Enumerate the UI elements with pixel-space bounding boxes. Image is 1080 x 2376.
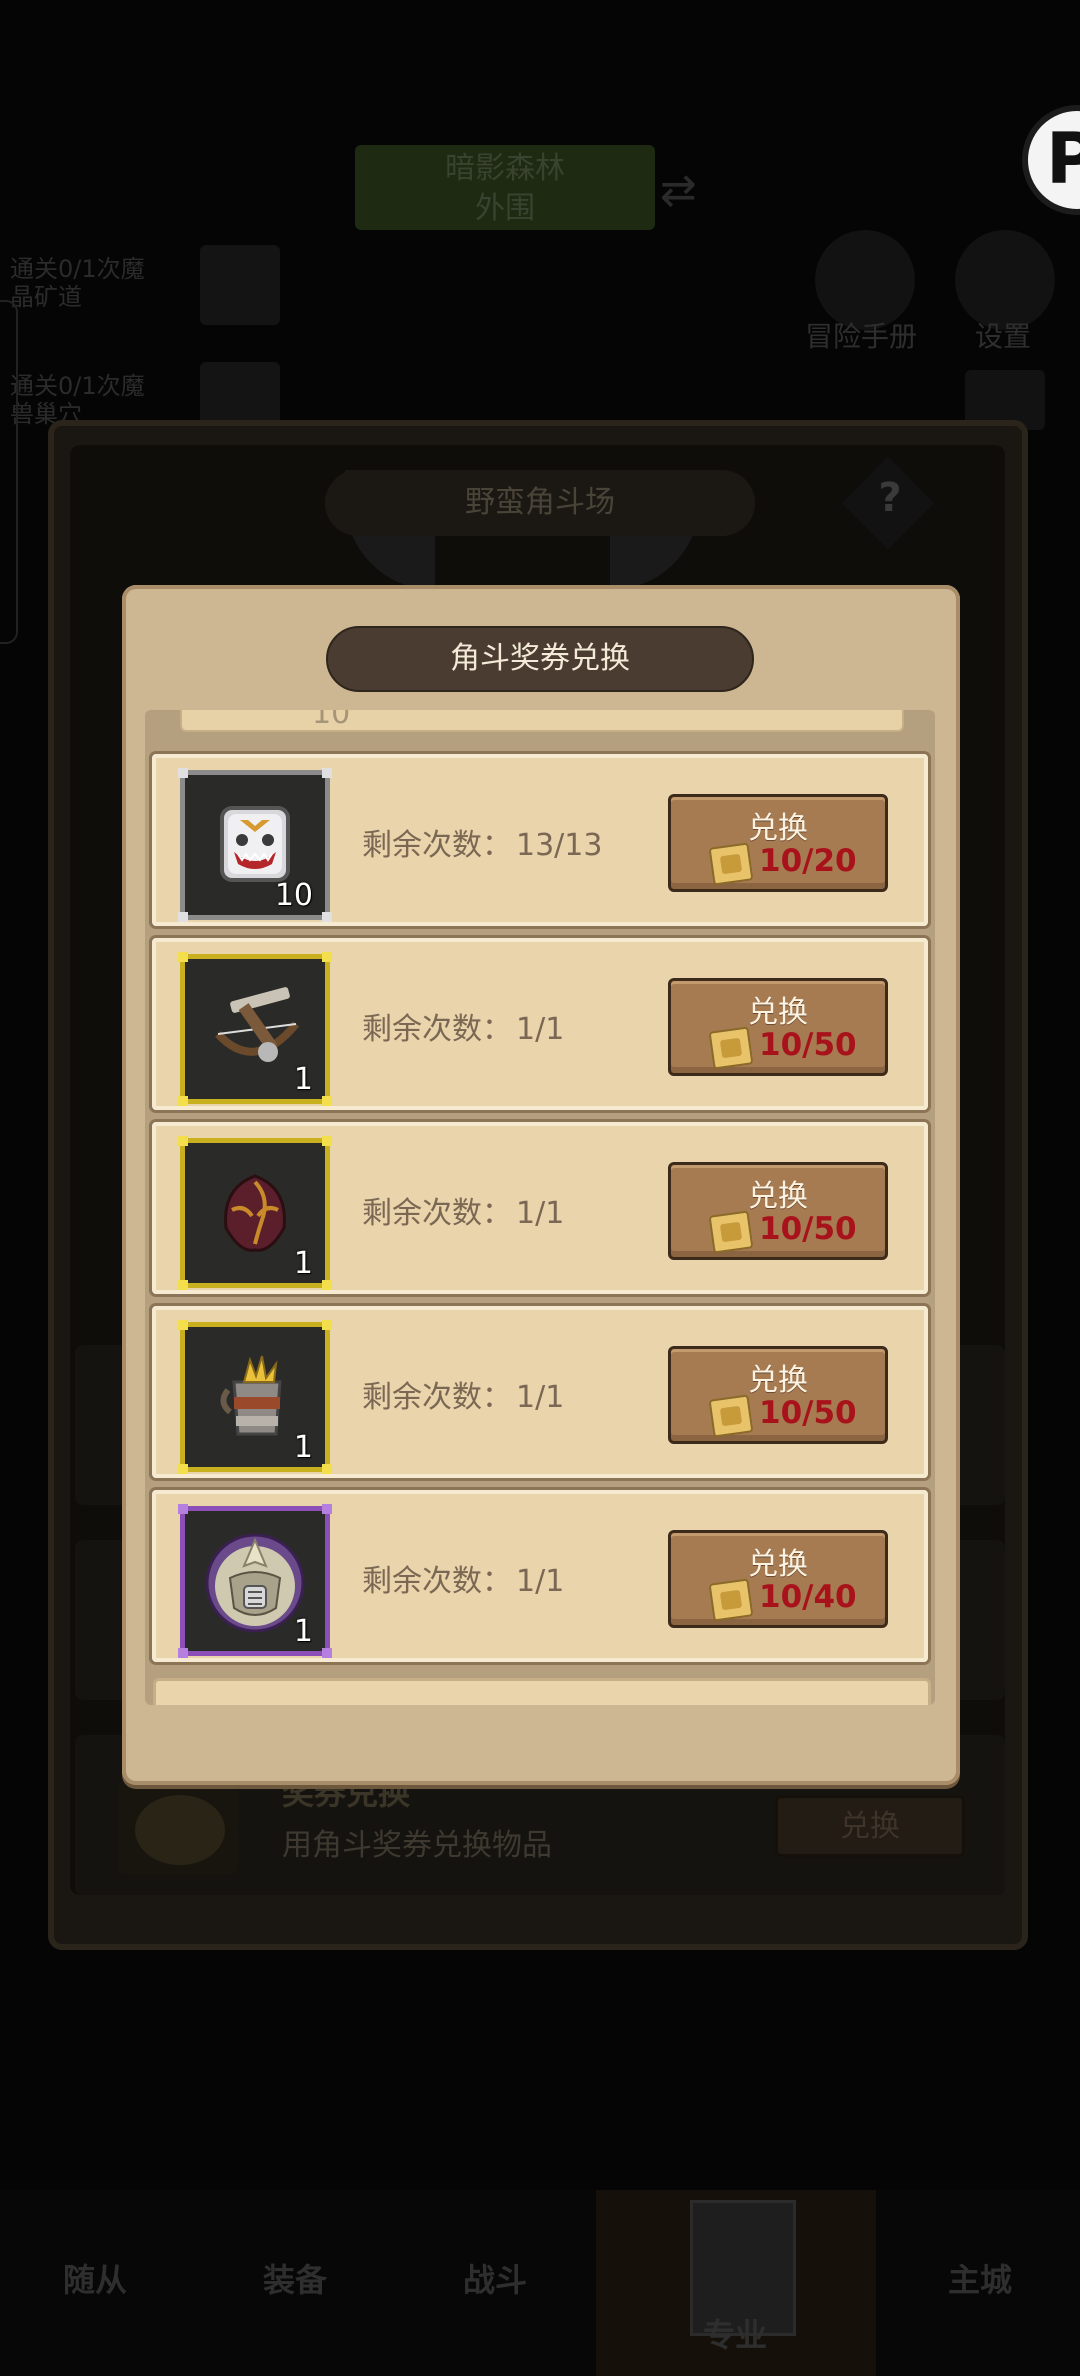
quest-icon	[200, 245, 280, 325]
nav-battle[interactable]: 战斗	[405, 2255, 585, 2301]
exchange-row: 1 剩余次数： 1/1 兑换 10/50	[152, 1306, 928, 1478]
exchange-list[interactable]: 10 10 剩余次数： 13/13 兑换 10/20 1 剩余次数： 1/1 兑…	[145, 710, 935, 1705]
item-count: 1	[293, 1614, 313, 1649]
remaining-times: 剩余次数： 1/1	[362, 1380, 565, 1415]
ticket-icon	[708, 842, 754, 886]
stage-name: 暗影森林	[445, 151, 565, 186]
item-slot[interactable]: 1	[178, 1504, 332, 1658]
ticket-icon	[708, 1026, 754, 1070]
exchange-card-desc: 用角斗奖券兑换物品	[282, 1828, 552, 1863]
exchange-row: 10 剩余次数： 13/13 兑换 10/20	[152, 754, 928, 926]
ticket-pile-icon	[135, 1795, 225, 1865]
remaining-times: 剩余次数： 1/1	[362, 1564, 565, 1599]
ticket-icon	[708, 1578, 754, 1622]
exchange-button[interactable]: 兑换 10/50	[668, 1346, 888, 1444]
nav-main-city[interactable]: 主城	[890, 2255, 1070, 2301]
item-count: 10	[274, 878, 313, 913]
stage-selector[interactable]: 暗影森林 外围	[355, 145, 655, 230]
nav-profession[interactable]: 专业	[645, 2310, 825, 2356]
remaining-times: 剩余次数： 13/13	[362, 828, 603, 863]
exchange-open-button[interactable]: 兑换	[775, 1795, 965, 1857]
nav-equipment[interactable]: 装备	[205, 2255, 385, 2301]
nav-companions[interactable]: 随从	[5, 2255, 185, 2301]
ticket-icon	[708, 1394, 754, 1438]
item-slot[interactable]: 10	[178, 768, 332, 922]
item-slot[interactable]: 1	[178, 1320, 332, 1474]
item-slot[interactable]: 1	[178, 1136, 332, 1290]
remaining-times: 剩余次数： 1/1	[362, 1012, 565, 1047]
stage-sub: 外围	[475, 191, 535, 226]
exchange-button[interactable]: 兑换 10/50	[668, 1162, 888, 1260]
exchange-button[interactable]: 兑换 10/50	[668, 978, 888, 1076]
list-item-partial	[153, 1678, 931, 1705]
app-badge-icon[interactable]: P	[1022, 105, 1080, 215]
side-drawer-tab[interactable]	[0, 300, 18, 644]
quest-item[interactable]: 通关0/1次魔 晶矿道	[10, 255, 145, 311]
modal-title: 角斗奖券兑换	[326, 626, 754, 692]
settings-label: 设置	[975, 320, 1032, 353]
exchange-row: 1 剩余次数： 1/1 兑换 10/50	[152, 1122, 928, 1294]
adventure-manual-label: 冒险手册	[805, 320, 918, 353]
exchange-row: 1 剩余次数： 1/1 兑换 10/50	[152, 938, 928, 1110]
item-slot[interactable]: 1	[178, 952, 332, 1106]
swap-icon[interactable]: ⇄	[660, 165, 710, 216]
remaining-times: 剩余次数： 1/1	[362, 1196, 565, 1231]
item-count: 1	[293, 1430, 313, 1465]
exchange-button[interactable]: 兑换 10/20	[668, 794, 888, 892]
item-count: 1	[293, 1062, 313, 1097]
exchange-row: 1 剩余次数： 1/1 兑换 10/40	[152, 1490, 928, 1662]
arena-title: 野蛮角斗场	[325, 470, 755, 536]
item-count: 1	[293, 1246, 313, 1281]
help-icon: ?	[878, 475, 902, 521]
ticket-icon	[708, 1210, 754, 1254]
list-item-partial: 10	[180, 710, 904, 732]
exchange-button[interactable]: 兑换 10/40	[668, 1530, 888, 1628]
